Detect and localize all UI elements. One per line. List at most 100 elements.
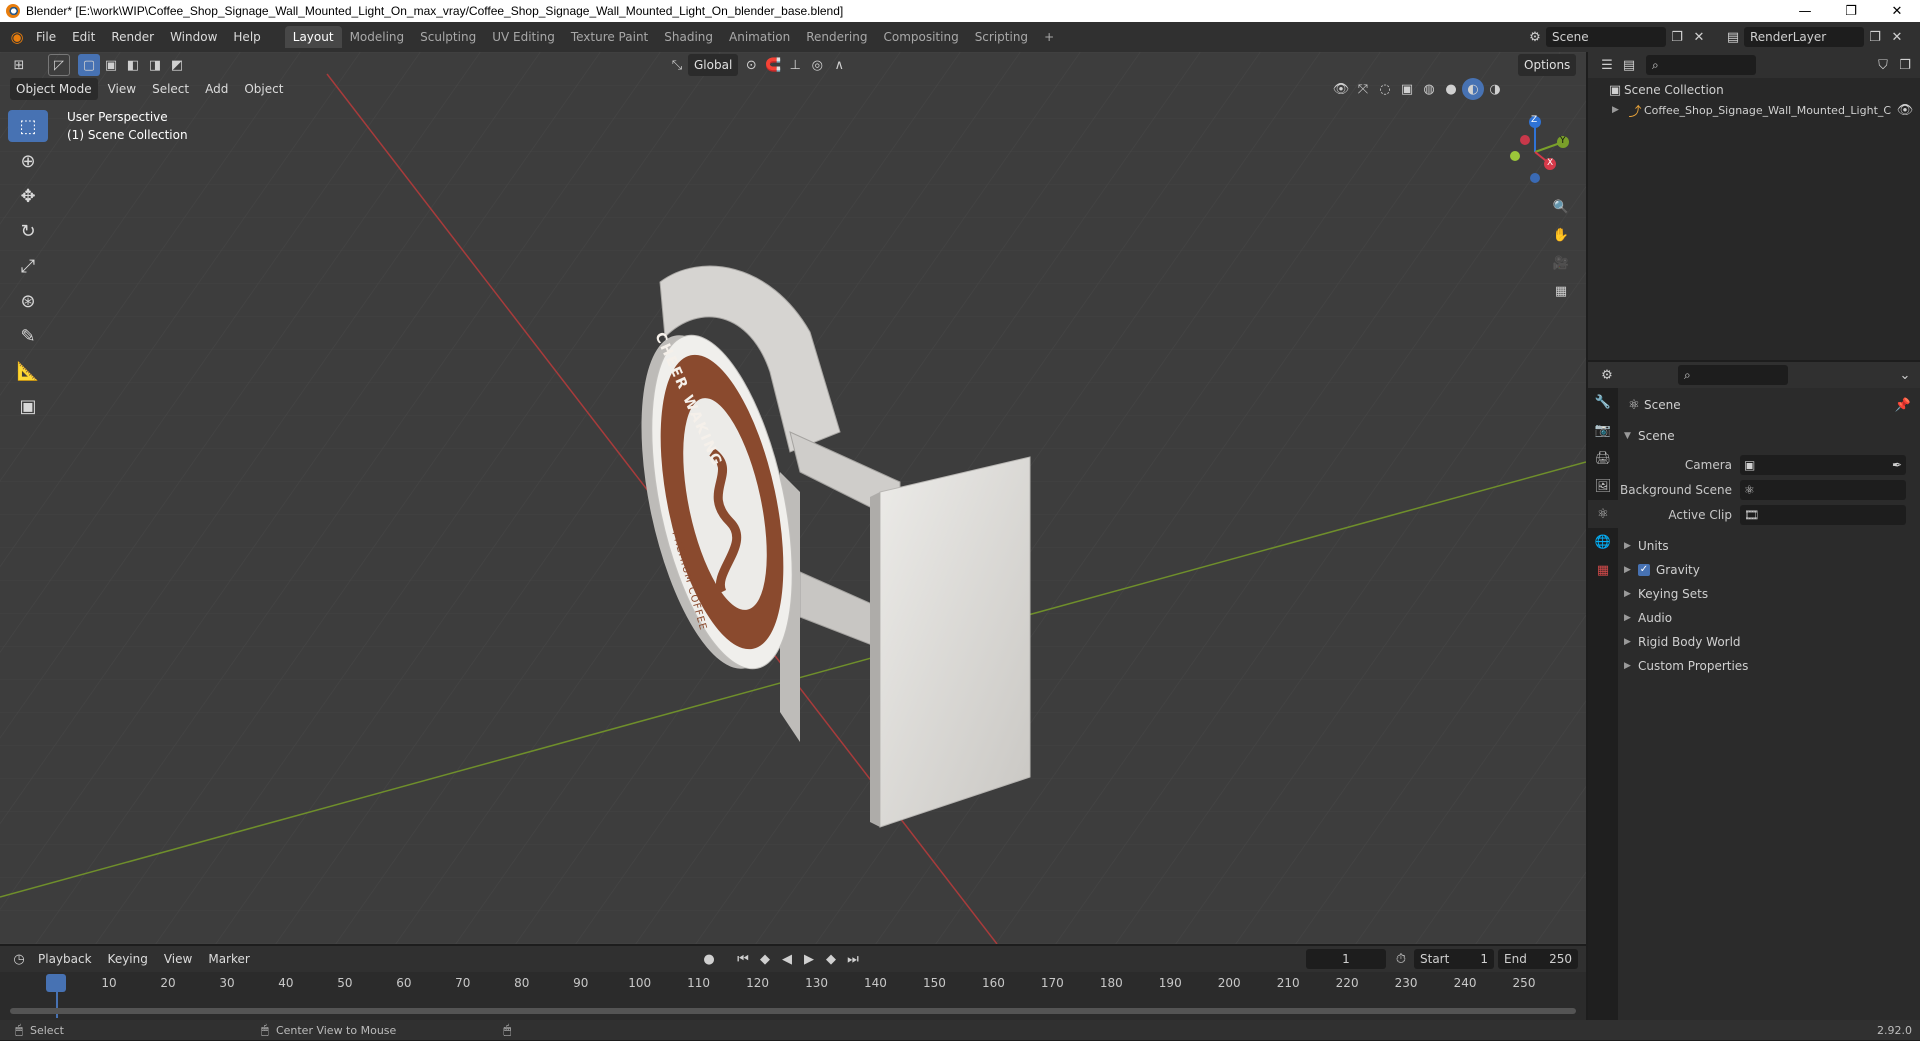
select-extend-icon[interactable]: ▣ [100, 54, 122, 76]
camera-field[interactable]: ▣ ✒ [1740, 455, 1906, 475]
outliner-search-input[interactable]: ⌕ [1646, 55, 1756, 75]
output-tab-icon[interactable]: 🖨 [1588, 444, 1618, 472]
scene-name-field[interactable]: Scene [1546, 27, 1666, 47]
cursor-tool-icon[interactable]: ⊕ [8, 145, 48, 177]
visibility-eye-icon[interactable]: 👁 [1894, 99, 1916, 121]
editor-type-icon[interactable]: ⊞ [8, 54, 30, 76]
play-icon[interactable]: ▶ [798, 948, 820, 970]
start-frame-field[interactable]: Start 1 [1414, 949, 1494, 969]
select-invert-icon[interactable]: ◨ [144, 54, 166, 76]
tab-rendering[interactable]: Rendering [798, 26, 875, 48]
transform-tool-icon[interactable]: ⊛ [8, 285, 48, 317]
scene-section-header[interactable]: ▼ Scene [1624, 424, 1914, 448]
tab-scripting[interactable]: Scripting [967, 26, 1036, 48]
solid-shading-icon[interactable]: ● [1440, 78, 1462, 100]
rendered-shading-icon[interactable]: ◑ [1484, 78, 1506, 100]
outliner-display-mode-icon[interactable]: ▤ [1618, 54, 1640, 76]
rotate-tool-icon[interactable]: ↻ [8, 215, 48, 247]
timeline-editor-icon[interactable]: ◷ [8, 948, 30, 970]
tab-layout[interactable]: Layout [284, 26, 342, 48]
snap-icon[interactable]: 🧲 [762, 54, 784, 76]
timeline-scrollbar[interactable] [10, 1008, 1576, 1014]
close-button[interactable]: ✕ [1874, 0, 1920, 22]
render-tab-icon[interactable]: 📷 [1588, 416, 1618, 444]
tab-shading[interactable]: Shading [656, 26, 721, 48]
zoom-icon[interactable]: 🔍 [1550, 196, 1572, 218]
viewport-menu-view[interactable]: View [100, 74, 144, 104]
end-frame-field[interactable]: End 250 [1498, 949, 1578, 969]
overlay-toggle-icon[interactable]: ◌ [1374, 78, 1396, 100]
snap-target-icon[interactable]: ⊥ [784, 54, 806, 76]
active-clip-field[interactable]: 🎞 [1740, 505, 1906, 525]
tab-sculpting[interactable]: Sculpting [412, 26, 484, 48]
select-subtract-icon[interactable]: ◧ [122, 54, 144, 76]
viewport-menu-object[interactable]: Object [236, 74, 291, 104]
current-frame-field[interactable]: 1 [1306, 949, 1386, 969]
menu-window[interactable]: Window [162, 22, 225, 52]
timeline-menu-view[interactable]: View [156, 944, 200, 974]
select-new-icon[interactable]: ▢ [78, 54, 100, 76]
scene-tab-icon[interactable]: ⚛ [1588, 500, 1618, 528]
jump-end-icon[interactable]: ⏭ [842, 948, 864, 970]
move-tool-icon[interactable]: ✥ [8, 180, 48, 212]
jump-start-icon[interactable]: ⏮ [732, 948, 754, 970]
gravity-section[interactable]: ▶ ✓ Gravity [1624, 558, 1914, 582]
blender-menu-icon[interactable]: ◉ [6, 26, 28, 48]
background-scene-field[interactable]: ⚛ [1740, 480, 1906, 500]
properties-options-icon[interactable]: ⌄ [1894, 364, 1916, 386]
timeline-menu-keying[interactable]: Keying [100, 944, 156, 974]
material-shading-icon[interactable]: ◐ [1462, 78, 1484, 100]
texture-tab-icon[interactable]: ▦ [1588, 556, 1618, 584]
properties-editor-icon[interactable]: ⚙ [1596, 364, 1618, 386]
view-layer-tab-icon[interactable]: 🖼 [1588, 472, 1618, 500]
outliner-item-row[interactable]: ▶ ⤴ Coffee_Shop_Signage_Wall_Mounted_Lig… [1612, 100, 1916, 120]
tab-uv-editing[interactable]: UV Editing [484, 26, 563, 48]
scene-icon[interactable]: ⚙ [1524, 26, 1546, 48]
add-workspace-button[interactable]: + [1036, 26, 1062, 48]
measure-tool-icon[interactable]: 📐 [8, 355, 48, 387]
record-keyframe-icon[interactable]: ● [698, 948, 720, 970]
menu-edit[interactable]: Edit [64, 22, 103, 52]
options-dropdown[interactable]: Options [1518, 54, 1577, 76]
delete-scene-icon[interactable]: ✕ [1688, 26, 1710, 48]
pivot-point-icon[interactable]: ⊙ [740, 54, 762, 76]
new-view-layer-icon[interactable]: ❐ [1864, 26, 1886, 48]
audio-section[interactable]: ▶ Audio [1624, 606, 1914, 630]
keying-sets-section[interactable]: ▶ Keying Sets [1624, 582, 1914, 606]
visibility-icon[interactable]: 👁 [1330, 78, 1352, 100]
tab-compositing[interactable]: Compositing [875, 26, 966, 48]
add-cube-tool-icon[interactable]: ▣ [8, 390, 48, 422]
transform-orientation-dropdown[interactable]: Global [688, 54, 739, 76]
properties-search-input[interactable]: ⌕ [1678, 365, 1788, 385]
view-layer-icon[interactable]: ▤ [1722, 26, 1744, 48]
navigation-gizmo[interactable]: Z Y X [1495, 112, 1575, 192]
eyedropper-icon[interactable]: ✒ [1892, 458, 1902, 472]
proportional-edit-icon[interactable]: ◎ [806, 54, 828, 76]
expand-arrow-icon[interactable]: ▶ [1612, 105, 1626, 115]
timeline-menu-playback[interactable]: Playback [30, 944, 100, 974]
viewport-menu-add[interactable]: Add [197, 74, 236, 104]
timeline-menu-marker[interactable]: Marker [200, 944, 257, 974]
xray-icon[interactable]: ▣ [1396, 78, 1418, 100]
tab-texture-paint[interactable]: Texture Paint [563, 26, 656, 48]
menu-file[interactable]: File [28, 22, 64, 52]
world-tab-icon[interactable]: 🌐 [1588, 528, 1618, 556]
scale-tool-icon[interactable]: ⤢ [8, 250, 48, 282]
gravity-checkbox[interactable]: ✓ [1638, 564, 1650, 576]
select-tool-icon[interactable]: ⬚ [8, 110, 48, 142]
tab-animation[interactable]: Animation [721, 26, 798, 48]
filter-icon[interactable]: ⛉ [1872, 54, 1894, 76]
falloff-icon[interactable]: ∧ [828, 54, 850, 76]
timeline-area[interactable]: 1102030405060708090100110120130140150160… [0, 972, 1586, 1022]
minimize-button[interactable]: — [1782, 0, 1828, 22]
playhead[interactable] [46, 974, 66, 992]
select-intersect-icon[interactable]: ◩ [166, 54, 188, 76]
next-keyframe-icon[interactable]: ◆ [820, 948, 842, 970]
new-collection-icon[interactable]: ❐ [1894, 54, 1916, 76]
select-box-icon[interactable]: ◸ [48, 54, 70, 76]
outliner-editor-icon[interactable]: ☰ [1596, 54, 1618, 76]
menu-render[interactable]: Render [103, 22, 162, 52]
pan-hand-icon[interactable]: ✋ [1550, 224, 1572, 246]
viewport-menu-select[interactable]: Select [144, 74, 197, 104]
units-section[interactable]: ▶ Units [1624, 534, 1914, 558]
